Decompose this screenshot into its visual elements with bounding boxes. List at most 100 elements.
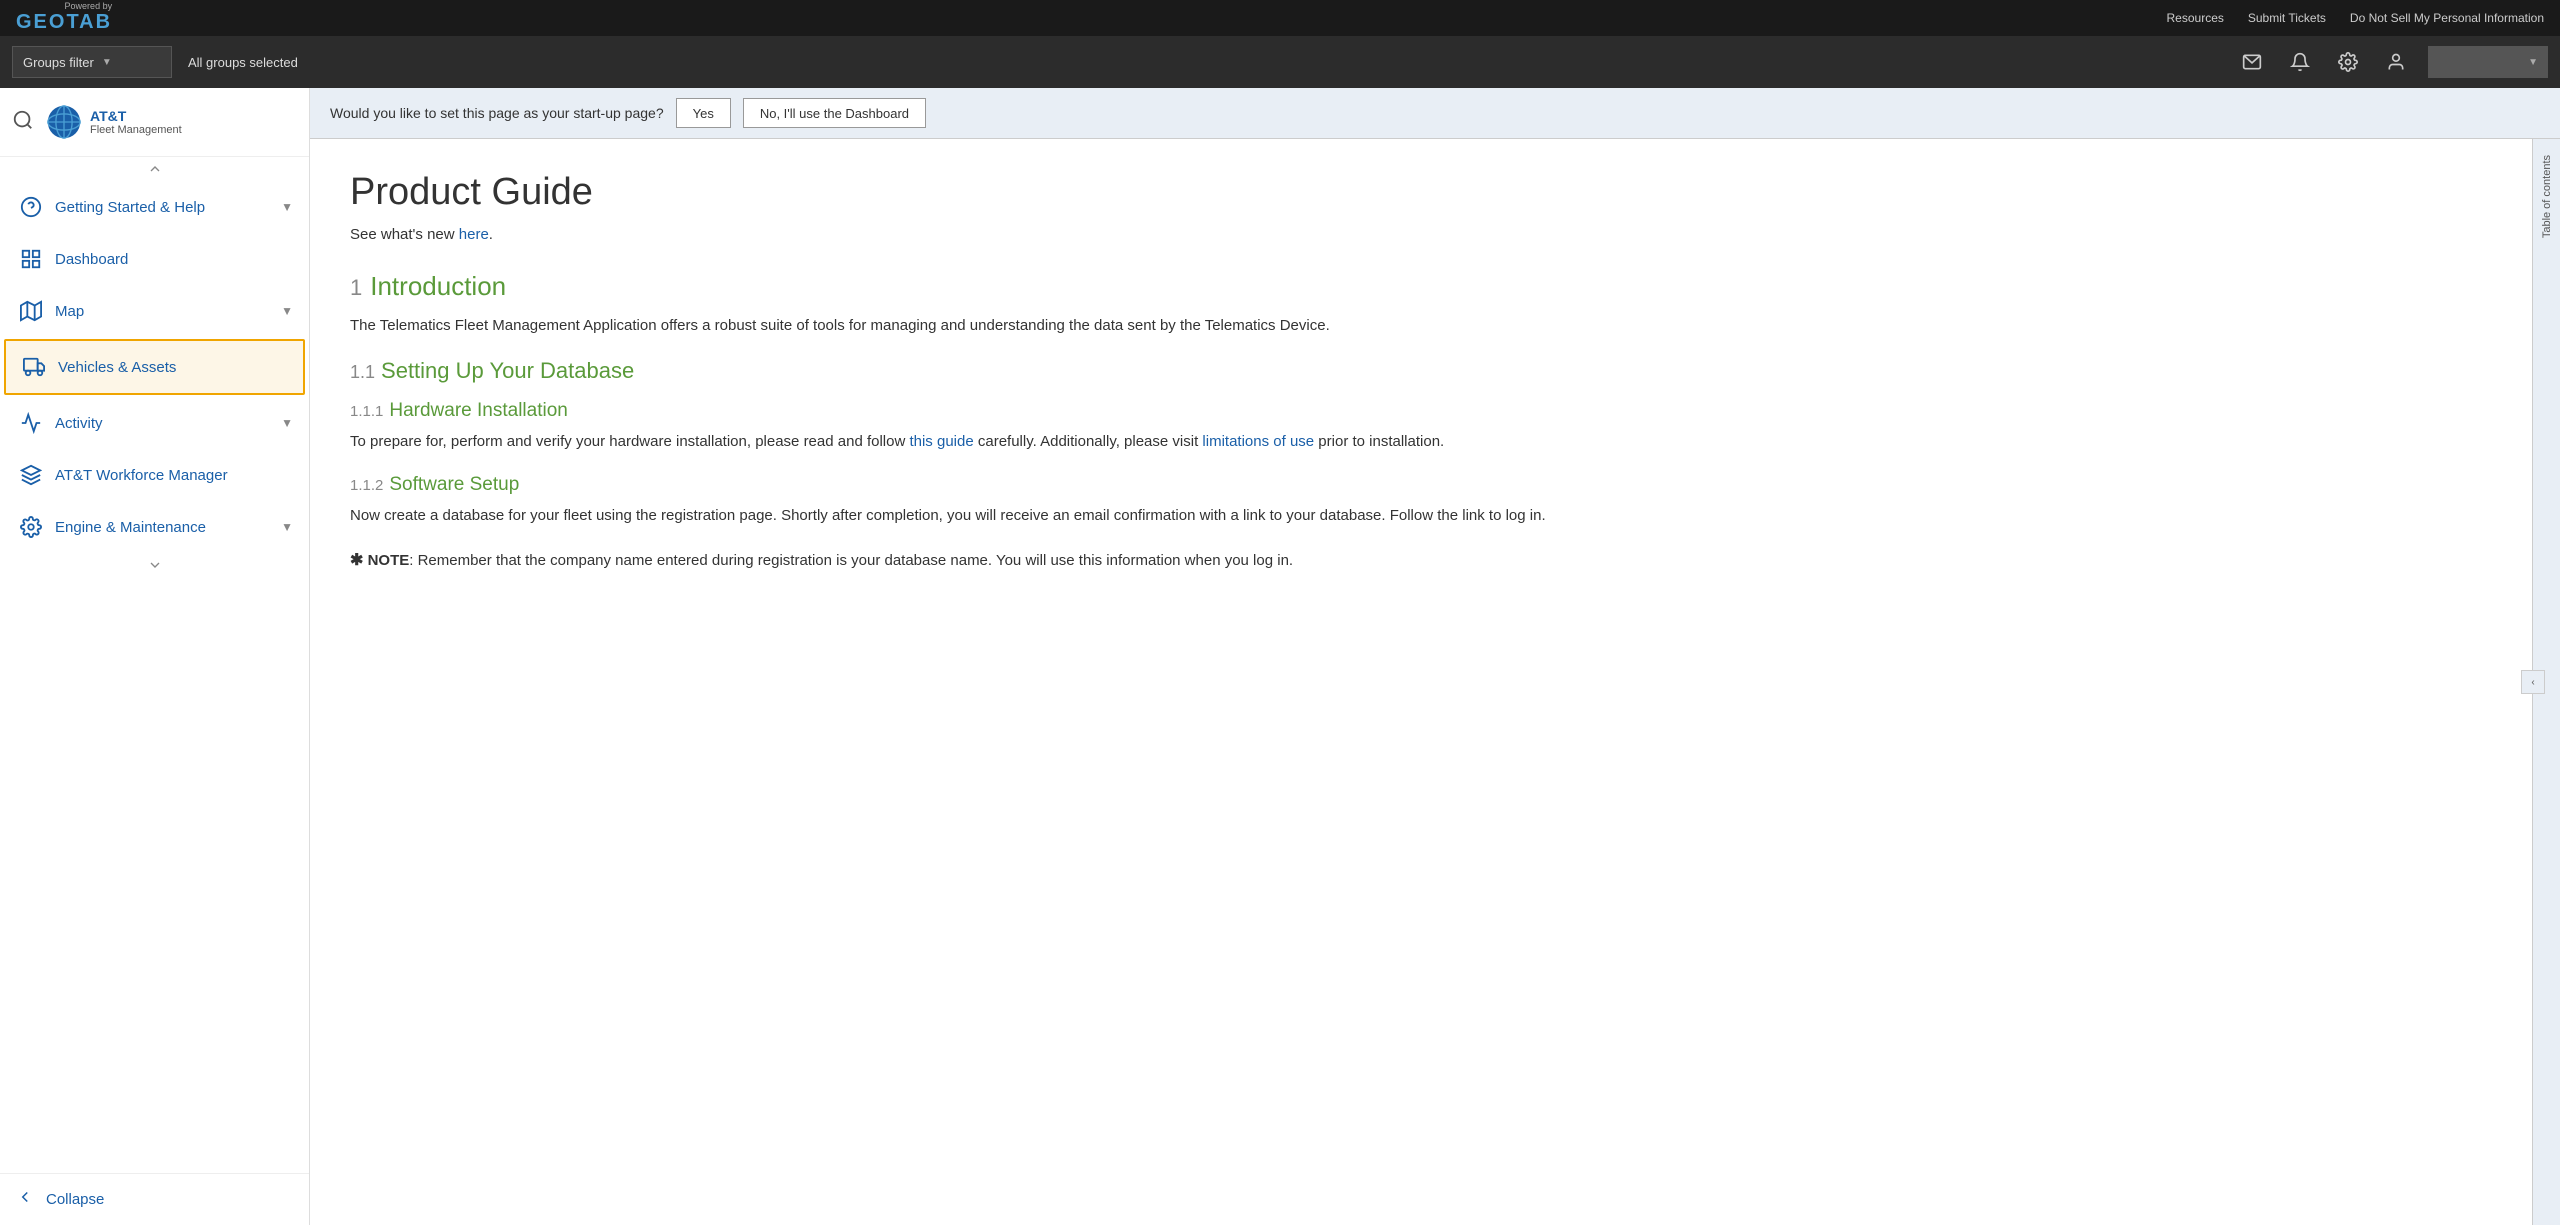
- user-account-dropdown[interactable]: ▼: [2428, 46, 2548, 78]
- workforce-icon: [19, 463, 43, 487]
- do-not-sell-link[interactable]: Do Not Sell My Personal Information: [2350, 11, 2544, 25]
- doc-subtitle: See what's new here.: [350, 226, 2492, 243]
- toc-collapse-arrow[interactable]: ‹: [2521, 670, 2545, 694]
- content-with-toc: Product Guide See what's new here. 1 Int…: [310, 139, 2560, 1225]
- submit-tickets-link[interactable]: Submit Tickets: [2248, 11, 2326, 25]
- activity-label: Activity: [55, 415, 281, 432]
- sidebar-item-engine-maintenance[interactable]: Engine & Maintenance ▼: [0, 501, 309, 553]
- brand-logo: AT&T Fleet Management: [46, 104, 182, 140]
- map-chevron-icon: ▼: [281, 304, 293, 318]
- vehicles-assets-icon: [22, 355, 46, 379]
- section-1-1-1-body: To prepare for, perform and verify your …: [350, 430, 2492, 454]
- activity-chevron-icon: ▼: [281, 416, 293, 430]
- vehicles-assets-label: Vehicles & Assets: [58, 359, 287, 376]
- geotab-logo: Powered by GEOTAB: [16, 2, 112, 34]
- note-block: ✱ NOTE: Remember that the company name e…: [350, 548, 2492, 574]
- section-1-1-2-heading: 1.1.2 Software Setup: [350, 474, 2492, 496]
- section-1-num: 1: [350, 275, 362, 301]
- bell-icon[interactable]: [2284, 46, 2316, 78]
- dashboard-icon: [19, 247, 43, 271]
- collapse-icon: [16, 1188, 34, 1211]
- note-text: : Remember that the company name entered…: [409, 552, 1293, 569]
- map-icon: [19, 299, 43, 323]
- note-star: ✱: [350, 552, 363, 569]
- groups-filter-arrow-icon: ▼: [102, 57, 112, 68]
- toc-label: Table of contents: [2541, 155, 2553, 238]
- dashboard-label: Dashboard: [55, 251, 293, 268]
- sidebar-header: AT&T Fleet Management: [0, 88, 309, 157]
- getting-started-icon: [19, 195, 43, 219]
- content-area: Would you like to set this page as your …: [310, 88, 2560, 1225]
- mail-icon[interactable]: [2236, 46, 2268, 78]
- top-bar-left: Powered by GEOTAB: [16, 2, 112, 34]
- user-account-name: [2438, 55, 2442, 70]
- engine-icon: [19, 515, 43, 539]
- top-bar: Powered by GEOTAB Resources Submit Ticke…: [0, 0, 2560, 36]
- section-1-1-1-num: 1.1.1: [350, 403, 383, 420]
- collapse-label: Collapse: [46, 1191, 104, 1208]
- this-guide-link[interactable]: this guide: [909, 433, 973, 450]
- sidebar-item-activity[interactable]: Activity ▼: [0, 397, 309, 449]
- sidebar-scroll-down[interactable]: [0, 553, 309, 577]
- top-bar-right: Resources Submit Tickets Do Not Sell My …: [2167, 11, 2544, 25]
- note-bold: NOTE: [368, 552, 410, 569]
- sidebar-item-dashboard[interactable]: Dashboard: [0, 233, 309, 285]
- collapse-button[interactable]: Collapse: [0, 1173, 309, 1225]
- doc-title: Product Guide: [350, 171, 2492, 214]
- resources-link[interactable]: Resources: [2167, 11, 2224, 25]
- section-1-1-heading: 1.1 Setting Up Your Database: [350, 358, 2492, 384]
- section-1-heading: 1 Introduction: [350, 271, 2492, 302]
- settings-icon[interactable]: [2332, 46, 2364, 78]
- section-1-1-1-body-suffix: prior to installation.: [1314, 433, 1444, 450]
- section-1-1-1-body-prefix: To prepare for, perform and verify your …: [350, 433, 909, 450]
- main-layout: AT&T Fleet Management: [0, 88, 2560, 1225]
- engine-chevron-icon: ▼: [281, 520, 293, 534]
- section-1-1-1-heading: 1.1.1 Hardware Installation: [350, 400, 2492, 422]
- sidebar-item-vehicles-assets[interactable]: Vehicles & Assets: [4, 339, 305, 395]
- startup-no-button[interactable]: No, I'll use the Dashboard: [743, 98, 926, 128]
- engine-label: Engine & Maintenance: [55, 519, 281, 536]
- powered-by-text: Powered by: [65, 2, 113, 11]
- groups-selected-text: All groups selected: [188, 55, 298, 70]
- brand-sub: Fleet Management: [90, 124, 182, 136]
- sidebar: AT&T Fleet Management: [0, 88, 310, 1225]
- section-1-1-title: Setting Up Your Database: [381, 358, 634, 384]
- doc-subtitle-link[interactable]: here: [459, 226, 489, 243]
- doc-subtitle-period: .: [489, 226, 493, 243]
- section-1-title: Introduction: [370, 271, 506, 302]
- groups-filter-label: Groups filter: [23, 55, 94, 70]
- map-label: Map: [55, 303, 281, 320]
- sidebar-item-map[interactable]: Map ▼: [0, 285, 309, 337]
- second-bar-icons: ▼: [2236, 46, 2548, 78]
- geotab-logo-text: GEOTAB: [16, 11, 112, 34]
- second-bar: Groups filter ▼ All groups selected: [0, 36, 2560, 88]
- doc-subtitle-text: See what's new: [350, 226, 459, 243]
- workforce-label: AT&T Workforce Manager: [55, 467, 293, 484]
- section-1-1-1-title: Hardware Installation: [389, 400, 567, 422]
- section-1-body: The Telematics Fleet Management Applicat…: [350, 314, 2492, 338]
- user-icon[interactable]: [2380, 46, 2412, 78]
- brand-name: AT&T: [90, 108, 182, 125]
- getting-started-chevron-icon: ▼: [281, 200, 293, 214]
- groups-filter-dropdown[interactable]: Groups filter ▼: [12, 46, 172, 78]
- section-1-1-2-title: Software Setup: [389, 474, 519, 496]
- sidebar-item-att-workforce[interactable]: AT&T Workforce Manager: [0, 449, 309, 501]
- section-1-1-2-num: 1.1.2: [350, 477, 383, 494]
- search-icon[interactable]: [12, 109, 34, 136]
- section-1-1-num: 1.1: [350, 362, 375, 383]
- startup-question: Would you like to set this page as your …: [330, 105, 664, 121]
- section-1-1-2-body: Now create a database for your fleet usi…: [350, 504, 2492, 528]
- sidebar-item-getting-started[interactable]: Getting Started & Help ▼: [0, 181, 309, 233]
- startup-banner: Would you like to set this page as your …: [310, 88, 2560, 139]
- section-1-1-1-body-mid: carefully. Additionally, please visit: [974, 433, 1203, 450]
- limitations-of-use-link[interactable]: limitations of use: [1202, 433, 1314, 450]
- sidebar-scroll-up[interactable]: [0, 157, 309, 181]
- toc-sidebar: ‹ Table of contents: [2532, 139, 2560, 1225]
- startup-yes-button[interactable]: Yes: [676, 98, 731, 128]
- att-globe-icon: [46, 104, 82, 140]
- getting-started-label: Getting Started & Help: [55, 199, 281, 216]
- sidebar-nav: Getting Started & Help ▼ Dashboard: [0, 181, 309, 1173]
- user-dropdown-arrow: ▼: [2528, 57, 2538, 68]
- doc-content: Product Guide See what's new here. 1 Int…: [310, 139, 2532, 1225]
- activity-icon: [19, 411, 43, 435]
